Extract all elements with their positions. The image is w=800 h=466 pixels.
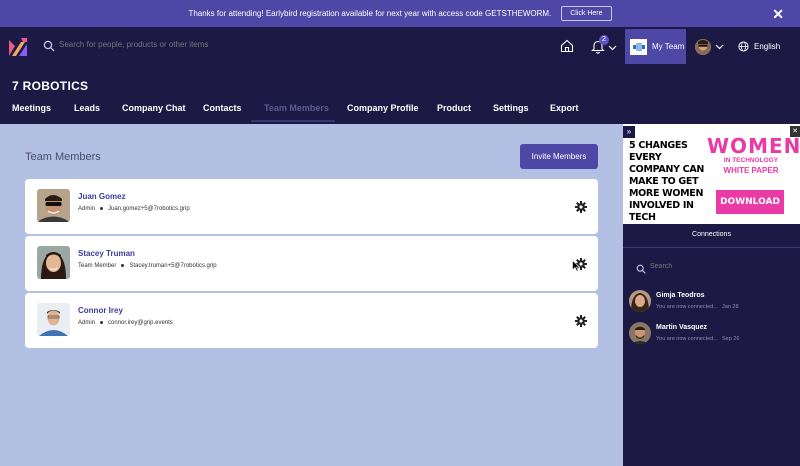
notification-badge: 2 <box>599 35 609 45</box>
member-role: Admin <box>78 320 96 326</box>
tab-leads[interactable]: Leads <box>74 103 100 113</box>
connection-avatar <box>629 322 651 344</box>
gear-icon[interactable] <box>575 315 587 327</box>
member-email: Stacey.truman+5@7robotics.grip <box>129 263 217 269</box>
connection-date: Sep 26 <box>722 336 740 342</box>
member-name[interactable]: Connor Irey <box>78 306 123 315</box>
member-photo <box>37 246 70 279</box>
connections-search-input[interactable] <box>650 263 780 270</box>
banner-click-here-button[interactable]: Click Here <box>561 6 612 21</box>
announcement-banner: Thanks for attending! Earlybird registra… <box>0 0 800 27</box>
language-selector[interactable]: English <box>754 42 780 51</box>
app-logo-icon[interactable] <box>9 38 27 56</box>
right-sidebar: » ✕ 5 CHANGES EVERY COMPANY CAN MAKE TO … <box>623 124 800 466</box>
tab-settings[interactable]: Settings <box>493 103 529 113</box>
member-email: connor.irey@grip.events <box>108 320 173 326</box>
member-email: Juan.gomez+5@7robotics.grip <box>108 206 190 212</box>
connection-avatar <box>629 290 651 312</box>
globe-icon <box>738 41 749 52</box>
section-title: Team Members <box>25 151 101 163</box>
connections-header: Connections <box>623 224 800 248</box>
separator-dot <box>121 263 125 267</box>
member-role: Team Member <box>78 263 117 269</box>
active-tab-indicator <box>251 120 335 122</box>
member-meta: Admin Juan.gomez+5@7robotics.grip <box>78 206 190 212</box>
home-icon[interactable] <box>560 39 574 53</box>
my-team-button[interactable]: My Team <box>625 29 686 64</box>
user-avatar[interactable] <box>695 39 711 55</box>
tab-team-members[interactable]: Team Members <box>264 103 329 113</box>
mouse-cursor-icon <box>572 260 580 272</box>
member-name[interactable]: Juan Gomez <box>78 192 126 201</box>
invite-members-button[interactable]: Invite Members <box>520 144 598 169</box>
member-photo <box>37 189 70 222</box>
tab-product[interactable]: Product <box>437 103 471 113</box>
connections-search-icon <box>636 264 646 274</box>
connection-message: You are now connected... <box>656 336 718 342</box>
connection-item[interactable]: Gimja Teodros You are now connected... J… <box>629 290 799 314</box>
tab-meetings[interactable]: Meetings <box>12 103 51 113</box>
member-card: Stacey Truman Team Member Stacey.truman+5… <box>25 236 598 291</box>
member-card: Juan Gomez Admin Juan.gomez+5@7robotics.g… <box>25 179 598 234</box>
connection-date: Jan 28 <box>722 304 739 310</box>
ad-download-button[interactable]: DOWNLOAD NOW <box>716 190 784 224</box>
search-icon <box>43 40 55 52</box>
tab-contacts[interactable]: Contacts <box>203 103 242 113</box>
connection-name: Gimja Teodros <box>656 292 705 299</box>
member-meta: Admin connor.irey@grip.events <box>78 320 173 326</box>
banner-close-icon[interactable]: ✕ <box>772 6 784 23</box>
chevron-down-icon <box>608 45 617 51</box>
banner-message: Thanks for attending! Earlybird registra… <box>188 9 552 18</box>
connection-item[interactable]: Martin Vasquez You are now connected... … <box>629 322 799 346</box>
member-role: Admin <box>78 206 96 212</box>
gear-icon[interactable] <box>575 201 587 213</box>
advertisement-banner[interactable]: » ✕ 5 CHANGES EVERY COMPANY CAN MAKE TO … <box>623 124 800 224</box>
my-team-label: My Team <box>652 42 685 51</box>
separator-dot <box>100 206 104 210</box>
global-search-input[interactable] <box>59 40 319 49</box>
tab-company-chat[interactable]: Company Chat <box>122 103 186 113</box>
member-name[interactable]: Stacey Truman <box>78 249 135 258</box>
ad-women-logo: WOMEN <box>707 134 800 158</box>
ad-headline: 5 CHANGES EVERY COMPANY CAN MAKE TO GET … <box>629 140 705 223</box>
member-card: Connor Irey Admin connor.irey@grip.events <box>25 293 598 348</box>
team-logo-icon <box>630 38 647 55</box>
tab-export[interactable]: Export <box>550 103 579 113</box>
connection-message: You are now connected... <box>656 304 718 310</box>
notifications-button[interactable]: 2 <box>591 35 621 57</box>
ad-white-paper: WHITE PAPER <box>723 166 779 175</box>
company-title: 7 ROBOTICS <box>12 79 89 93</box>
top-navigation: 2 My Team English <box>0 27 800 67</box>
member-photo <box>37 303 70 336</box>
tab-company-profile[interactable]: Company Profile <box>347 103 419 113</box>
member-meta: Team Member Stacey.truman+5@7robotics.gri… <box>78 263 217 269</box>
team-members-panel: Team Members Invite Members Juan Gomez A… <box>0 124 623 466</box>
ad-expand-icon[interactable]: » <box>623 126 635 138</box>
company-tabs: Meetings Leads Company Chat Contacts Tea… <box>0 98 800 122</box>
user-menu-chevron-icon[interactable] <box>715 44 724 50</box>
separator-dot <box>100 320 104 324</box>
ad-in-technology: IN TECHNOLOGY <box>723 157 779 164</box>
connection-name: Martin Vasquez <box>656 324 707 331</box>
